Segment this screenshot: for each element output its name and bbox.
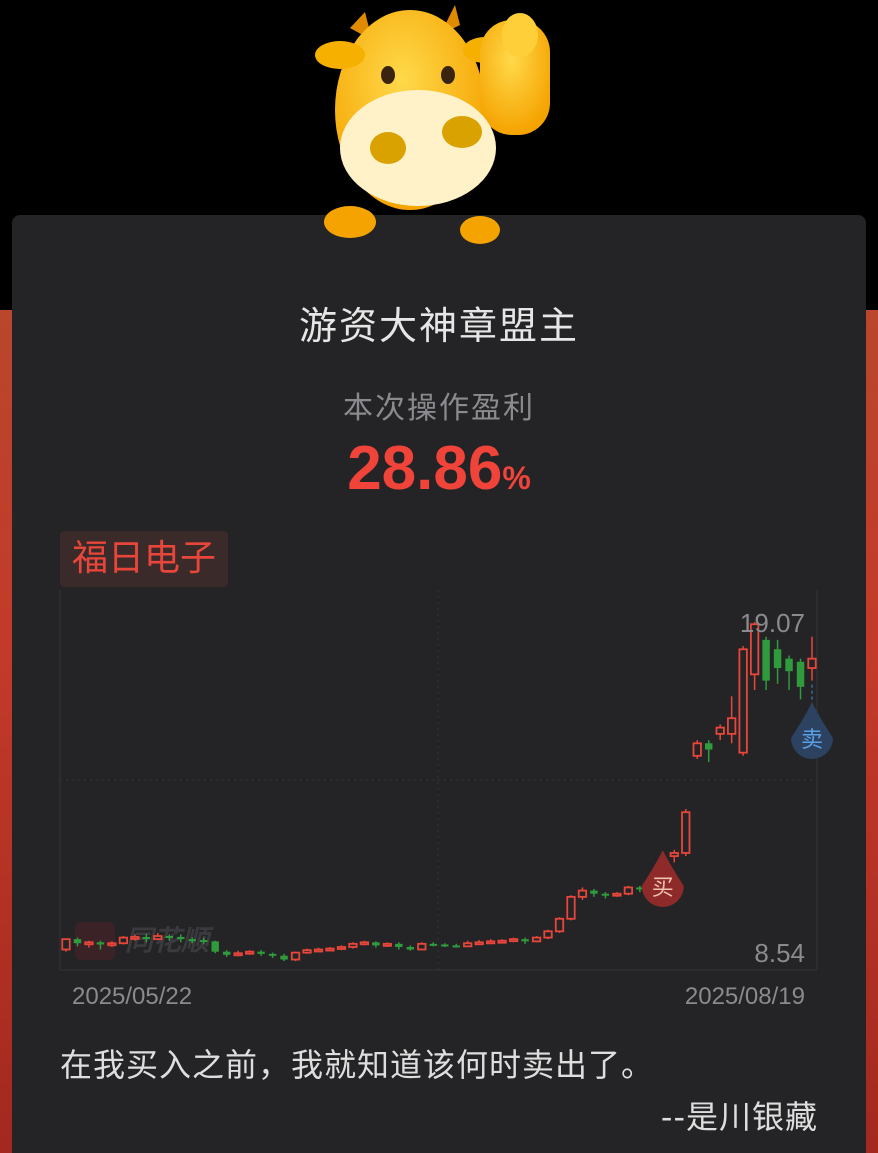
quote-text: 在我买入之前，我就知道该何时卖出了。 bbox=[60, 1046, 655, 1084]
profit-value: 28.86 bbox=[347, 434, 503, 503]
mascot-cow-icon bbox=[315, 5, 550, 244]
profit-card bbox=[12, 215, 866, 1153]
profit-unit: % bbox=[502, 460, 531, 496]
stock-name-badge: 福日电子 bbox=[60, 531, 229, 587]
profit-percentage: 28.86% bbox=[0, 433, 878, 504]
profit-caption: 本次操作盈利 bbox=[343, 391, 535, 426]
quote-author: --是川银藏 bbox=[660, 1098, 818, 1136]
page-title: 游资大神章盟主 bbox=[298, 304, 579, 348]
